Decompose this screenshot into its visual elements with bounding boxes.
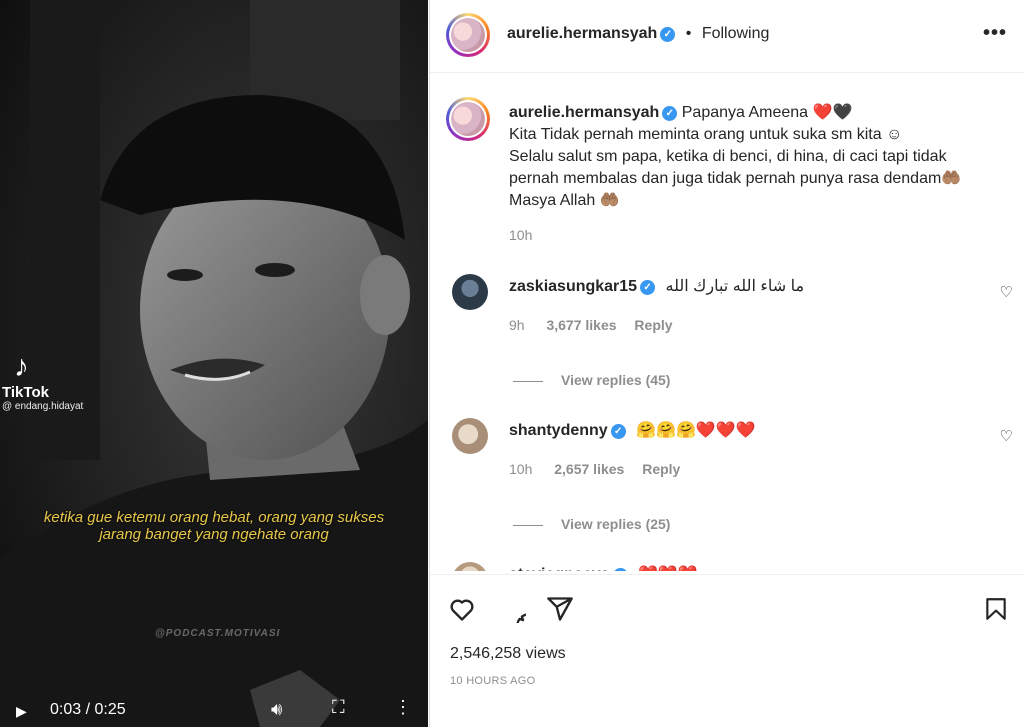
tiktok-brand: TikTok xyxy=(2,384,49,401)
caption-emoji: ❤️🖤 xyxy=(812,104,853,121)
post-footer: 2,546,258 views 10 HOURS AGO xyxy=(430,574,1024,728)
comment-body: steviagnecya✓ ❤️❤️❤️ xyxy=(509,564,698,571)
tiktok-icon: ♪ xyxy=(14,350,29,383)
comment-emoji: ❤️❤️❤️ xyxy=(695,422,756,439)
author-avatar[interactable] xyxy=(446,13,490,57)
fullscreen-icon[interactable]: ⛶ xyxy=(332,697,345,718)
caption-line: pernah membalas dan juga tidak pernah pu… xyxy=(509,170,962,187)
podcast-watermark: @PODCAST.MOTIVASI xyxy=(155,628,281,639)
caption-line: Selalu salut sm papa, ketika di benci, d… xyxy=(509,148,947,165)
share-icon[interactable] xyxy=(546,595,574,623)
heart-icon[interactable] xyxy=(448,595,476,623)
subtitle-line: jarang banget yang ngehate orang xyxy=(99,526,329,543)
comment-time[interactable]: 10h xyxy=(509,461,532,477)
comment-text: ما شاء الله تبارك الله xyxy=(665,278,805,295)
caption-avatar[interactable] xyxy=(446,97,490,141)
caption-time[interactable]: 10h xyxy=(509,227,532,243)
verified-icon: ✓ xyxy=(660,27,676,42)
heart-icon[interactable]: ♡ xyxy=(1000,427,1013,445)
commenter-username[interactable]: zaskiasungkar15 xyxy=(509,278,637,295)
view-replies-label: View replies (25) xyxy=(561,516,671,532)
caption-line: Masya Allah 🤲🏽 xyxy=(509,192,620,209)
view-count[interactable]: 2,546,258 views xyxy=(450,645,566,663)
comment-icon[interactable] xyxy=(498,595,526,623)
bookmark-icon[interactable] xyxy=(983,595,1009,623)
comment-emoji: ❤️❤️❤️ xyxy=(638,566,698,571)
comment-time[interactable]: 9h xyxy=(509,317,525,333)
caption-line: Kita Tidak pernah meminta orang untuk su… xyxy=(509,126,903,143)
video-player[interactable]: ♪ TikTok @ endang.hidayat ketika gue ket… xyxy=(0,0,428,727)
instagram-post-view: ♪ TikTok @ endang.hidayat ketika gue ket… xyxy=(0,0,1024,727)
verified-icon: ✓ xyxy=(662,106,678,121)
tiktok-handle: @ endang.hidayat xyxy=(2,401,84,412)
view-replies-button[interactable]: View replies (45) xyxy=(513,372,670,388)
video-subtitles: ketika gue ketemu orang hebat, orang yan… xyxy=(0,509,428,543)
commenter-avatar[interactable] xyxy=(452,274,488,310)
commenter-avatar[interactable] xyxy=(452,562,488,571)
reply-button[interactable]: Reply xyxy=(642,461,680,477)
video-controls: ▶ 0:03 / 0:25 🔊︎ ⛶ ⋮ xyxy=(0,695,428,727)
comments-scroll[interactable]: aurelie.hermansyah ✓ Papanya Ameena ❤️🖤 K… xyxy=(430,73,1024,571)
video-more-icon[interactable]: ⋮ xyxy=(394,697,412,718)
post-caption: aurelie.hermansyah ✓ Papanya Ameena ❤️🖤 K… xyxy=(509,102,999,212)
header-username[interactable]: aurelie.hermansyah xyxy=(507,25,657,42)
commenter-avatar[interactable] xyxy=(452,418,488,454)
reply-button[interactable]: Reply xyxy=(634,317,672,333)
comment-meta: 9h 3,677 likes Reply xyxy=(509,317,673,333)
view-replies-button[interactable]: View replies (25) xyxy=(513,516,670,532)
verified-icon: ✓ xyxy=(640,280,656,295)
view-replies-label: View replies (45) xyxy=(561,372,671,388)
play-icon[interactable]: ▶ xyxy=(16,703,27,720)
more-options-icon[interactable]: ••• xyxy=(983,22,1007,45)
caption-username[interactable]: aurelie.hermansyah xyxy=(509,104,659,121)
caption-line: Papanya Ameena xyxy=(681,104,809,121)
verified-icon: ✓ xyxy=(612,568,628,571)
video-time: 0:03 / 0:25 xyxy=(50,701,126,718)
comment-likes[interactable]: 2,657 likes xyxy=(554,461,624,477)
separator-dot: • xyxy=(685,25,692,42)
subtitle-line: ketika gue ketemu orang hebat, orang yan… xyxy=(43,509,385,526)
comment-body: zaskiasungkar15 ✓ ما شاء الله تبارك الله xyxy=(509,276,804,296)
following-button[interactable]: Following xyxy=(702,25,770,42)
comment-emoji: 🤗🤗🤗 xyxy=(636,422,696,439)
verified-icon: ✓ xyxy=(610,424,626,439)
post-time[interactable]: 10 HOURS AGO xyxy=(450,675,536,687)
comment-body: shantydenny ✓ 🤗🤗🤗❤️❤️❤️ xyxy=(509,420,756,440)
comment-meta: 10h 2,657 likes Reply xyxy=(509,461,680,477)
post-panel: aurelie.hermansyah ✓ • Following ••• aure… xyxy=(429,0,1024,727)
volume-icon[interactable]: 🔊︎ xyxy=(271,699,282,720)
heart-icon[interactable]: ♡ xyxy=(1000,283,1013,301)
header-user: aurelie.hermansyah ✓ • Following xyxy=(507,25,769,43)
tiktok-watermark: ♪ TikTok @ endang.hidayat xyxy=(2,350,84,413)
comment-likes[interactable]: 3,677 likes xyxy=(546,317,616,333)
commenter-username[interactable]: shantydenny xyxy=(509,422,608,439)
post-header: aurelie.hermansyah ✓ • Following ••• xyxy=(430,0,1024,73)
commenter-username[interactable]: steviagnecya xyxy=(509,566,610,571)
